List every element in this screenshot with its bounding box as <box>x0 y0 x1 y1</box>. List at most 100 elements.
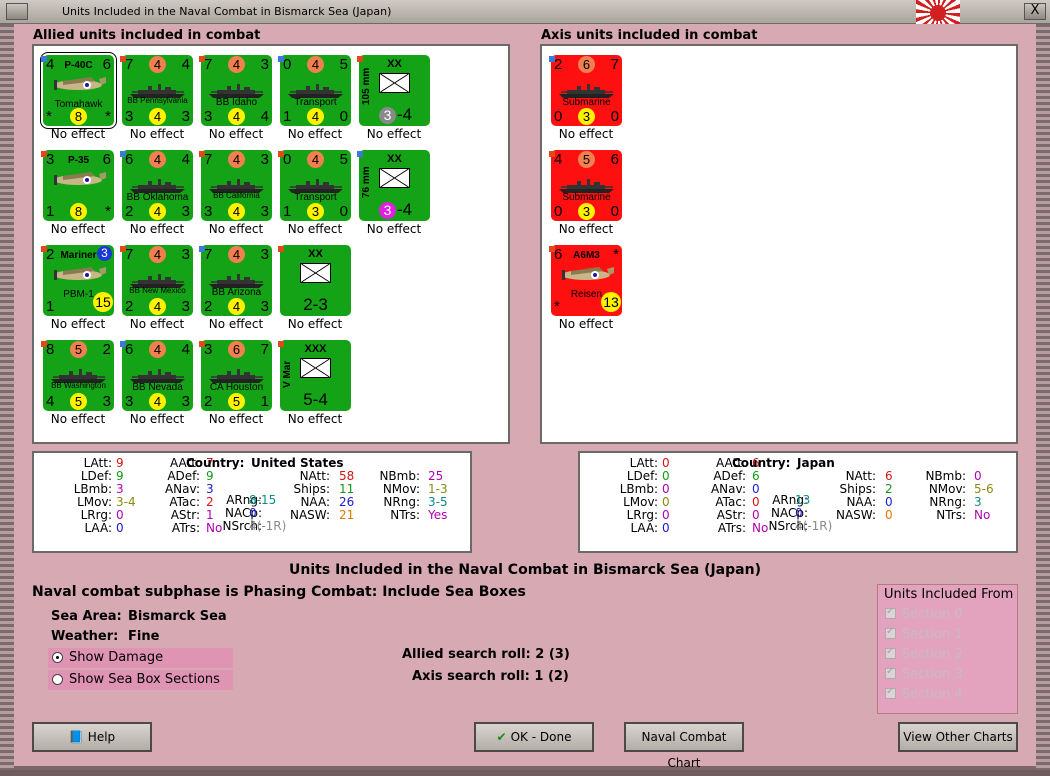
section-1-checkbox: Section 1 <box>885 626 963 642</box>
unit-name: BB New Mexico <box>129 286 186 295</box>
attack-circle: 4 <box>307 56 324 73</box>
defense-circle: 4 <box>149 298 166 315</box>
radio-selected-icon[interactable] <box>52 652 63 663</box>
unit-counter[interactable]: 4 6 0 0 5 3 Submarine <box>551 150 622 221</box>
unit-counter[interactable]: 6 4 3 3 4 4 BB Nevada <box>122 340 193 411</box>
unit-counter[interactable]: 0 5 1 0 4 4 Transport <box>280 55 351 126</box>
attack-circle: 5 <box>70 341 87 358</box>
stat-value: 0 <box>752 495 760 509</box>
stat-value: 3 <box>974 495 982 509</box>
stat-value: 26 <box>339 495 355 509</box>
counter-value: 3 <box>181 108 190 125</box>
counter-value: 2 <box>102 341 111 358</box>
system-menu-icon[interactable] <box>6 3 28 20</box>
infantry-symbol-icon <box>300 358 331 378</box>
stat-label: ANav: <box>710 482 746 496</box>
unit-counter[interactable]: 7 3 2 3 4 4 BB New Mexico <box>122 245 193 316</box>
counter-value: 4 <box>181 151 190 168</box>
unit-counter[interactable]: 4 6 * * P-40C Tomahawk 8 <box>40 52 117 129</box>
counter-value: 3 <box>260 56 269 73</box>
view-other-charts-button[interactable]: View Other Charts <box>898 722 1018 752</box>
unit-counter[interactable]: 7 3 3 4 4 4 BB Idaho <box>201 55 272 126</box>
stat-value: 0 <box>662 482 670 496</box>
aircraft-icon <box>51 166 106 192</box>
stat-value: 3-4 <box>116 495 136 509</box>
counter-value: 0 <box>283 56 292 73</box>
unit-type-label: 105 mm <box>361 67 372 105</box>
defense-circle: 4 <box>228 298 245 315</box>
counter-value: 6 <box>125 341 134 358</box>
show-damage-radio[interactable]: Show Damage <box>48 648 233 668</box>
stat-value: 9 <box>116 456 124 470</box>
unit-name: BB Oklahoma <box>126 192 189 203</box>
counter-value: 3 <box>260 151 269 168</box>
stat-label: NRng: <box>929 495 966 509</box>
stat-value: 9 <box>206 469 214 483</box>
unit-strength: 5-4 <box>303 390 328 409</box>
counter-value: 7 <box>125 56 134 73</box>
unit-counter[interactable]: 2 7 0 0 6 3 Submarine <box>551 55 622 126</box>
stat-value: 4(-1R) <box>249 519 287 533</box>
stat-label: NASW: <box>835 508 876 522</box>
stat-label: Country: <box>732 456 791 470</box>
unit-counter[interactable]: 7 4 3 3 4 4 BB Pennsylvania <box>122 55 193 126</box>
sections-heading: Units Included From <box>884 587 1014 602</box>
stat-label: AStr: <box>716 508 746 522</box>
status-marker-icon <box>199 56 205 62</box>
counter-value: 3 <box>181 203 190 220</box>
aircraft-model: P-35 <box>67 155 90 166</box>
effect-label: No effect <box>50 222 106 236</box>
ok-done-button[interactable]: ✔ OK - Done <box>474 722 594 752</box>
unit-name: BB Washington <box>51 381 106 390</box>
weather-value: Fine <box>128 629 160 644</box>
show-sections-radio[interactable]: Show Sea Box Sections <box>48 670 233 690</box>
ship-silhouette-icon <box>209 369 264 383</box>
japan-flag-icon <box>916 0 960 24</box>
defense-circle: 3 <box>578 108 595 125</box>
effect-label: No effect <box>287 317 343 331</box>
axis-heading: Axis units included in combat <box>541 28 758 43</box>
effect-label: No effect <box>129 127 185 141</box>
sections-group: Units Included From Section 0 Section 1 … <box>877 584 1018 714</box>
counter-value: 2 <box>554 56 563 73</box>
unit-counter[interactable]: 0 5 1 0 4 3 Transport <box>280 150 351 221</box>
status-marker-icon <box>41 246 47 252</box>
effect-label: No effect <box>366 222 422 236</box>
unit-counter[interactable]: 6 4 2 3 4 4 BB Oklahoma <box>122 150 193 221</box>
range-circle: 15 <box>93 292 113 312</box>
effect-label: No effect <box>558 222 614 236</box>
unit-counter[interactable]: 7 3 2 3 4 4 BB Arizona <box>201 245 272 316</box>
close-button[interactable]: X <box>1024 3 1046 20</box>
status-marker-icon <box>199 151 205 157</box>
unit-counter[interactable]: 7 3 3 3 4 4 BB California <box>201 150 272 221</box>
infantry-symbol-icon <box>300 263 331 283</box>
unit-counter[interactable]: 3 6 1 * P-35 8 <box>43 150 114 221</box>
ship-silhouette-icon <box>288 84 343 98</box>
help-label: Help <box>87 730 116 744</box>
stat-label: LAA: <box>84 521 112 535</box>
defense-circle: 4 <box>228 203 245 220</box>
stat-label: AStr: <box>170 508 200 522</box>
aircraft-icon <box>559 261 614 287</box>
unit-counter[interactable]: XX 105 mm 3 -4 <box>359 55 430 126</box>
unit-counter[interactable]: 6***A6M3Reisen13 <box>551 245 622 316</box>
counter-value: 3 <box>260 203 269 220</box>
counter-value: 8 <box>46 341 55 358</box>
unit-counter[interactable]: XXX V Mar 5-4 <box>280 340 351 411</box>
counter-value: 1 <box>283 203 292 220</box>
help-button[interactable]: 📘 Help <box>32 722 152 752</box>
radio-unselected-icon[interactable] <box>52 674 63 685</box>
stat-label: NTrs: <box>936 508 966 522</box>
range-circle: 13 <box>601 292 621 312</box>
unit-counter[interactable]: 3 7 2 1 6 5 CA Houston <box>201 340 272 411</box>
unit-counter[interactable]: XX 2-3 <box>280 245 351 316</box>
counter-value: 1 <box>260 393 269 410</box>
status-marker-icon <box>41 56 47 62</box>
naval-combat-chart-button[interactable]: Naval Combat Chart <box>624 722 744 770</box>
counter-value: 0 <box>283 151 292 168</box>
unit-counter[interactable]: 8 2 4 3 5 5 BB Washington <box>43 340 114 411</box>
unit-counter[interactable]: XX 76 mm 3 -4 <box>359 150 430 221</box>
stat-value: 5-6 <box>974 482 994 496</box>
effect-label: No effect <box>50 412 106 426</box>
unit-counter[interactable]: 231*MarinerPBM-1153 <box>43 245 114 316</box>
